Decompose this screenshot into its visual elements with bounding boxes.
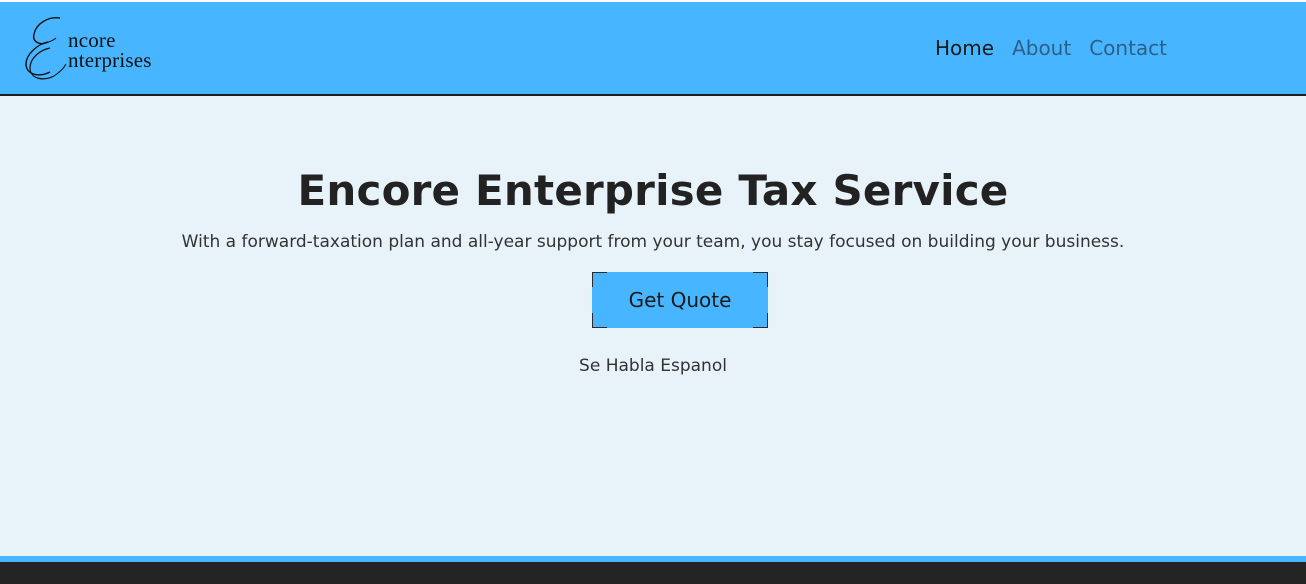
hero-section: Encore Enterprise Tax Service With a for…	[0, 96, 1306, 556]
corner-accent	[592, 272, 607, 287]
logo[interactable]: ncore nterprises	[20, 12, 180, 84]
nav-contact-link[interactable]: Contact	[1089, 32, 1167, 64]
page: ncore nterprises Home About Contact Enco…	[0, 0, 1306, 584]
get-quote-label: Get Quote	[628, 288, 732, 312]
corner-accent	[592, 313, 607, 328]
hero-subtitle: With a forward-taxation plan and all-yea…	[181, 232, 1125, 252]
hero-title: Encore Enterprise Tax Service	[297, 166, 1009, 215]
logo-text-line2: nterprises	[68, 48, 152, 72]
nav-about-link[interactable]: About	[1012, 32, 1071, 64]
corner-accent	[753, 313, 768, 328]
site-header: ncore nterprises Home About Contact	[0, 0, 1306, 96]
main-nav: Home About Contact	[935, 32, 1167, 64]
language-note: Se Habla Espanol	[579, 356, 727, 376]
site-footer	[0, 562, 1306, 584]
get-quote-button[interactable]: Get Quote	[592, 272, 768, 328]
nav-home-link[interactable]: Home	[935, 32, 994, 64]
corner-accent	[753, 272, 768, 287]
